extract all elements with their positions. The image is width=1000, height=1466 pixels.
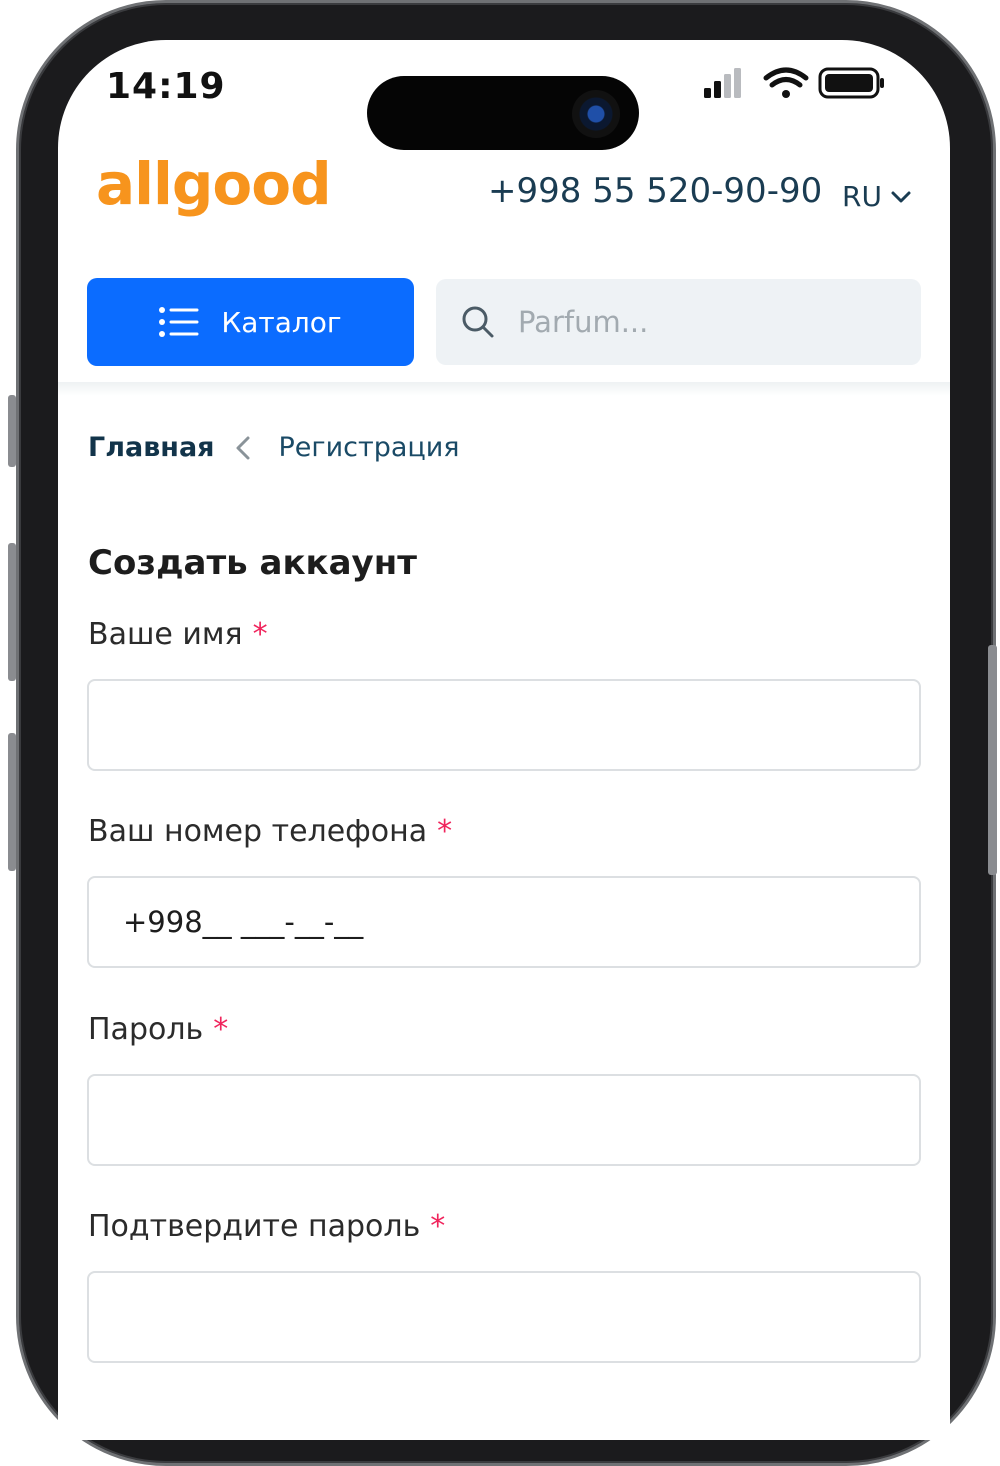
phone-field-label: Ваш номер телефона * — [88, 814, 452, 849]
status-time: 14:19 — [106, 66, 226, 107]
confirm-password-field-label: Подтвердите пароль * — [88, 1209, 445, 1244]
password-field-label: Пароль * — [88, 1012, 228, 1047]
search-box[interactable] — [436, 279, 921, 365]
list-icon — [159, 307, 199, 337]
status-icons — [704, 67, 884, 99]
breadcrumb-current: Регистрация — [278, 432, 460, 463]
search-icon — [462, 306, 494, 338]
volume-down-button — [8, 733, 16, 871]
search-input[interactable] — [516, 304, 880, 340]
required-marker: * — [252, 617, 268, 652]
battery-icon — [818, 67, 884, 99]
required-marker: * — [437, 814, 453, 849]
catalog-label: Каталог — [221, 305, 342, 339]
chevron-left-icon — [235, 435, 251, 461]
name-input[interactable] — [87, 679, 921, 771]
volume-up-button — [8, 543, 16, 681]
password-input[interactable] — [87, 1074, 921, 1166]
camera-icon — [572, 90, 620, 138]
wifi-icon — [763, 67, 809, 98]
page-title: Создать аккаунт — [88, 543, 417, 583]
confirm-password-input[interactable] — [87, 1271, 921, 1363]
phone-label-text: Ваш номер телефона — [88, 814, 428, 849]
signal-icon — [704, 68, 741, 98]
language-selector[interactable]: RU — [842, 180, 912, 213]
language-label: RU — [842, 180, 882, 213]
brand-logo[interactable]: allgood — [96, 150, 332, 218]
contact-phone-link[interactable]: +998 55 520-90-90 — [488, 171, 822, 211]
breadcrumb: Главная Регистрация — [88, 432, 460, 463]
action-button — [8, 395, 16, 467]
breadcrumb-home-link[interactable]: Главная — [88, 432, 215, 463]
confirm-password-label-text: Подтвердите пароль — [88, 1209, 421, 1244]
power-button — [988, 645, 997, 875]
phone-input[interactable] — [87, 876, 921, 968]
header-divider — [58, 382, 950, 396]
name-label-text: Ваше имя — [88, 617, 243, 652]
required-marker: * — [430, 1209, 446, 1244]
chevron-down-icon — [891, 191, 911, 202]
catalog-button[interactable]: Каталог — [87, 278, 414, 366]
name-field-label: Ваше имя * — [88, 617, 268, 652]
password-label-text: Пароль — [88, 1012, 204, 1047]
required-marker: * — [213, 1012, 229, 1047]
